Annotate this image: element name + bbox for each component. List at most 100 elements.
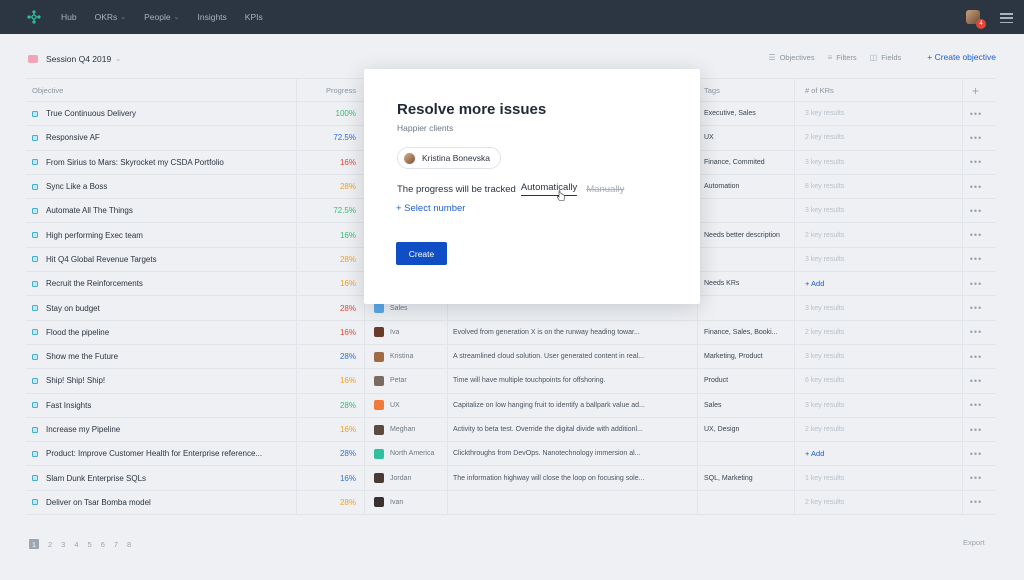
description-cell[interactable]: The information highway will close the l… [453, 466, 693, 489]
tags-cell[interactable]: Finance, Sales, Booki... [704, 321, 794, 344]
table-row[interactable]: Fast Insights 28% UX Capitalize on low hang… [26, 393, 996, 418]
objective-cell[interactable]: Ship! Ship! Ship! [32, 369, 294, 392]
more-options-icon[interactable]: ••• [966, 175, 986, 198]
objective-cell[interactable]: Recruit the Reinforcements [32, 272, 294, 295]
page-6[interactable]: 6 [101, 540, 105, 549]
page-8[interactable]: 8 [127, 540, 131, 549]
krs-cell[interactable]: 2 key results [805, 223, 965, 246]
page-4[interactable]: 4 [74, 540, 78, 549]
description-cell[interactable]: Time will have multiple touchpoints for … [453, 369, 693, 392]
description-cell[interactable]: Capitalize on low hanging fruit to ident… [453, 394, 693, 417]
krs-cell[interactable]: + Add [805, 442, 965, 465]
nav-people[interactable]: People ⌄ [144, 12, 179, 22]
krs-cell[interactable]: 6 key results [805, 369, 965, 392]
more-options-icon[interactable]: ••• [966, 126, 986, 149]
more-options-icon[interactable]: ••• [966, 272, 986, 295]
page-2[interactable]: 2 [48, 540, 52, 549]
objective-cell[interactable]: Flood the pipeline [32, 321, 294, 344]
fields-button[interactable]: ◫ Fields [870, 53, 902, 62]
filters-button[interactable]: ≡ Filters [828, 53, 857, 62]
objective-cell[interactable]: Deliver on Tsar Bomba model [32, 491, 294, 514]
tags-cell[interactable]: Product [704, 369, 794, 392]
add-kr-link[interactable]: + Add [805, 279, 824, 288]
description-cell[interactable]: Clickthroughs from DevOps. Nanotechnolog… [453, 442, 693, 465]
more-options-icon[interactable]: ••• [966, 369, 986, 392]
objective-cell[interactable]: High performing Exec team [32, 223, 294, 246]
krs-cell[interactable]: 2 key results [805, 321, 965, 344]
header-krs[interactable]: # of KRs [805, 79, 965, 101]
tags-cell[interactable]: Needs better description [704, 223, 794, 246]
page-5[interactable]: 5 [88, 540, 92, 549]
krs-cell[interactable]: 1 key results [805, 466, 965, 489]
tags-cell[interactable]: Finance, Commited [704, 151, 794, 174]
add-kr-link[interactable]: + Add [805, 449, 824, 458]
krs-cell[interactable]: 2 key results [805, 126, 965, 149]
nav-okrs[interactable]: OKRs ⌄ [95, 12, 127, 22]
table-row[interactable]: Increase my Pipeline 16% Meghan Activity to… [26, 417, 996, 443]
krs-cell[interactable]: + Add [805, 272, 965, 295]
option-manually[interactable]: Manually [586, 184, 624, 195]
krs-cell[interactable]: 8 key results [805, 175, 965, 198]
objective-cell[interactable]: Fast Insights [32, 394, 294, 417]
table-row[interactable]: Product: Improve Customer Health for Ent… [26, 442, 996, 467]
header-objective[interactable]: Objective [32, 79, 294, 101]
objective-cell[interactable]: Slam Dunk Enterprise SQLs [32, 466, 294, 489]
description-cell[interactable]: Activity to beta test. Override the digi… [453, 418, 693, 441]
more-options-icon[interactable]: ••• [966, 248, 986, 271]
objective-cell[interactable]: From Sirius to Mars: Skyrocket my CSDA P… [32, 151, 294, 174]
table-row[interactable]: Ship! Ship! Ship! 16% Petar Time will have … [26, 369, 996, 394]
objective-cell[interactable]: Hit Q4 Global Revenue Targets [32, 248, 294, 271]
objectives-view-button[interactable]: ☰ Objectives [768, 53, 814, 62]
more-options-icon[interactable]: ••• [966, 223, 986, 246]
header-progress[interactable]: Progress [296, 79, 356, 101]
more-options-icon[interactable]: ••• [966, 418, 986, 441]
objective-cell[interactable]: Sync Like a Boss [32, 175, 294, 198]
objective-cell[interactable]: Increase my Pipeline [32, 418, 294, 441]
krs-cell[interactable]: 3 key results [805, 102, 965, 125]
krs-cell[interactable]: 3 key results [805, 248, 965, 271]
owner-cell[interactable]: Meghan [374, 418, 446, 441]
logo-icon[interactable] [27, 10, 41, 24]
table-row[interactable]: Slam Dunk Enterprise SQLs 16% Jordan The in… [26, 466, 996, 491]
more-options-icon[interactable]: ••• [966, 199, 986, 222]
owner-cell[interactable]: Iva [374, 321, 446, 344]
option-automatically[interactable]: Automatically [520, 182, 578, 196]
krs-cell[interactable]: 2 key results [805, 418, 965, 441]
more-options-icon[interactable]: ••• [966, 151, 986, 174]
krs-cell[interactable]: 3 key results [805, 151, 965, 174]
owner-cell[interactable]: Kristina [374, 345, 446, 368]
owner-cell[interactable]: UX [374, 394, 446, 417]
more-options-icon[interactable]: ••• [966, 466, 986, 489]
more-options-icon[interactable]: ••• [966, 296, 986, 319]
modal-subtitle[interactable]: Happier clients [397, 123, 453, 133]
owner-cell[interactable]: Ivan [374, 491, 446, 514]
objective-cell[interactable]: Responsive AF [32, 126, 294, 149]
tags-cell[interactable]: Marketing, Product [704, 345, 794, 368]
krs-cell[interactable]: 3 key results [805, 394, 965, 417]
objective-cell[interactable]: Automate All The Things [32, 199, 294, 222]
table-row[interactable]: Flood the pipeline 16% Iva Evolved from gen… [26, 320, 996, 345]
description-cell[interactable]: Evolved from generation X is on the runw… [453, 321, 693, 344]
owner-cell[interactable]: Petar [374, 369, 446, 392]
more-options-icon[interactable]: ••• [966, 442, 986, 465]
more-options-icon[interactable]: ••• [966, 345, 986, 368]
create-button[interactable]: Create [396, 242, 447, 265]
objective-cell[interactable]: Show me the Future [32, 345, 294, 368]
page-7[interactable]: 7 [114, 540, 118, 549]
select-number-link[interactable]: + Select number [396, 203, 465, 214]
owner-cell[interactable]: Jordan [374, 466, 446, 489]
krs-cell[interactable]: 3 key results [805, 296, 965, 319]
header-tags[interactable]: Tags [704, 79, 794, 101]
table-row[interactable]: Deliver on Tsar Bomba model 28% Ivan 2 key … [26, 490, 996, 516]
tags-cell[interactable]: UX [704, 126, 794, 149]
tags-cell[interactable]: Automation [704, 175, 794, 198]
modal-title[interactable]: Resolve more issues [397, 101, 546, 118]
page-1[interactable]: 1 [29, 539, 39, 549]
nav-hub[interactable]: Hub [61, 12, 77, 22]
tags-cell[interactable]: SQL, Marketing [704, 466, 794, 489]
more-options-icon[interactable]: ••• [966, 491, 986, 514]
more-options-icon[interactable]: ••• [966, 394, 986, 417]
more-options-icon[interactable]: ••• [966, 102, 986, 125]
nav-insights[interactable]: Insights [197, 12, 226, 22]
export-button[interactable]: Export [963, 538, 985, 547]
